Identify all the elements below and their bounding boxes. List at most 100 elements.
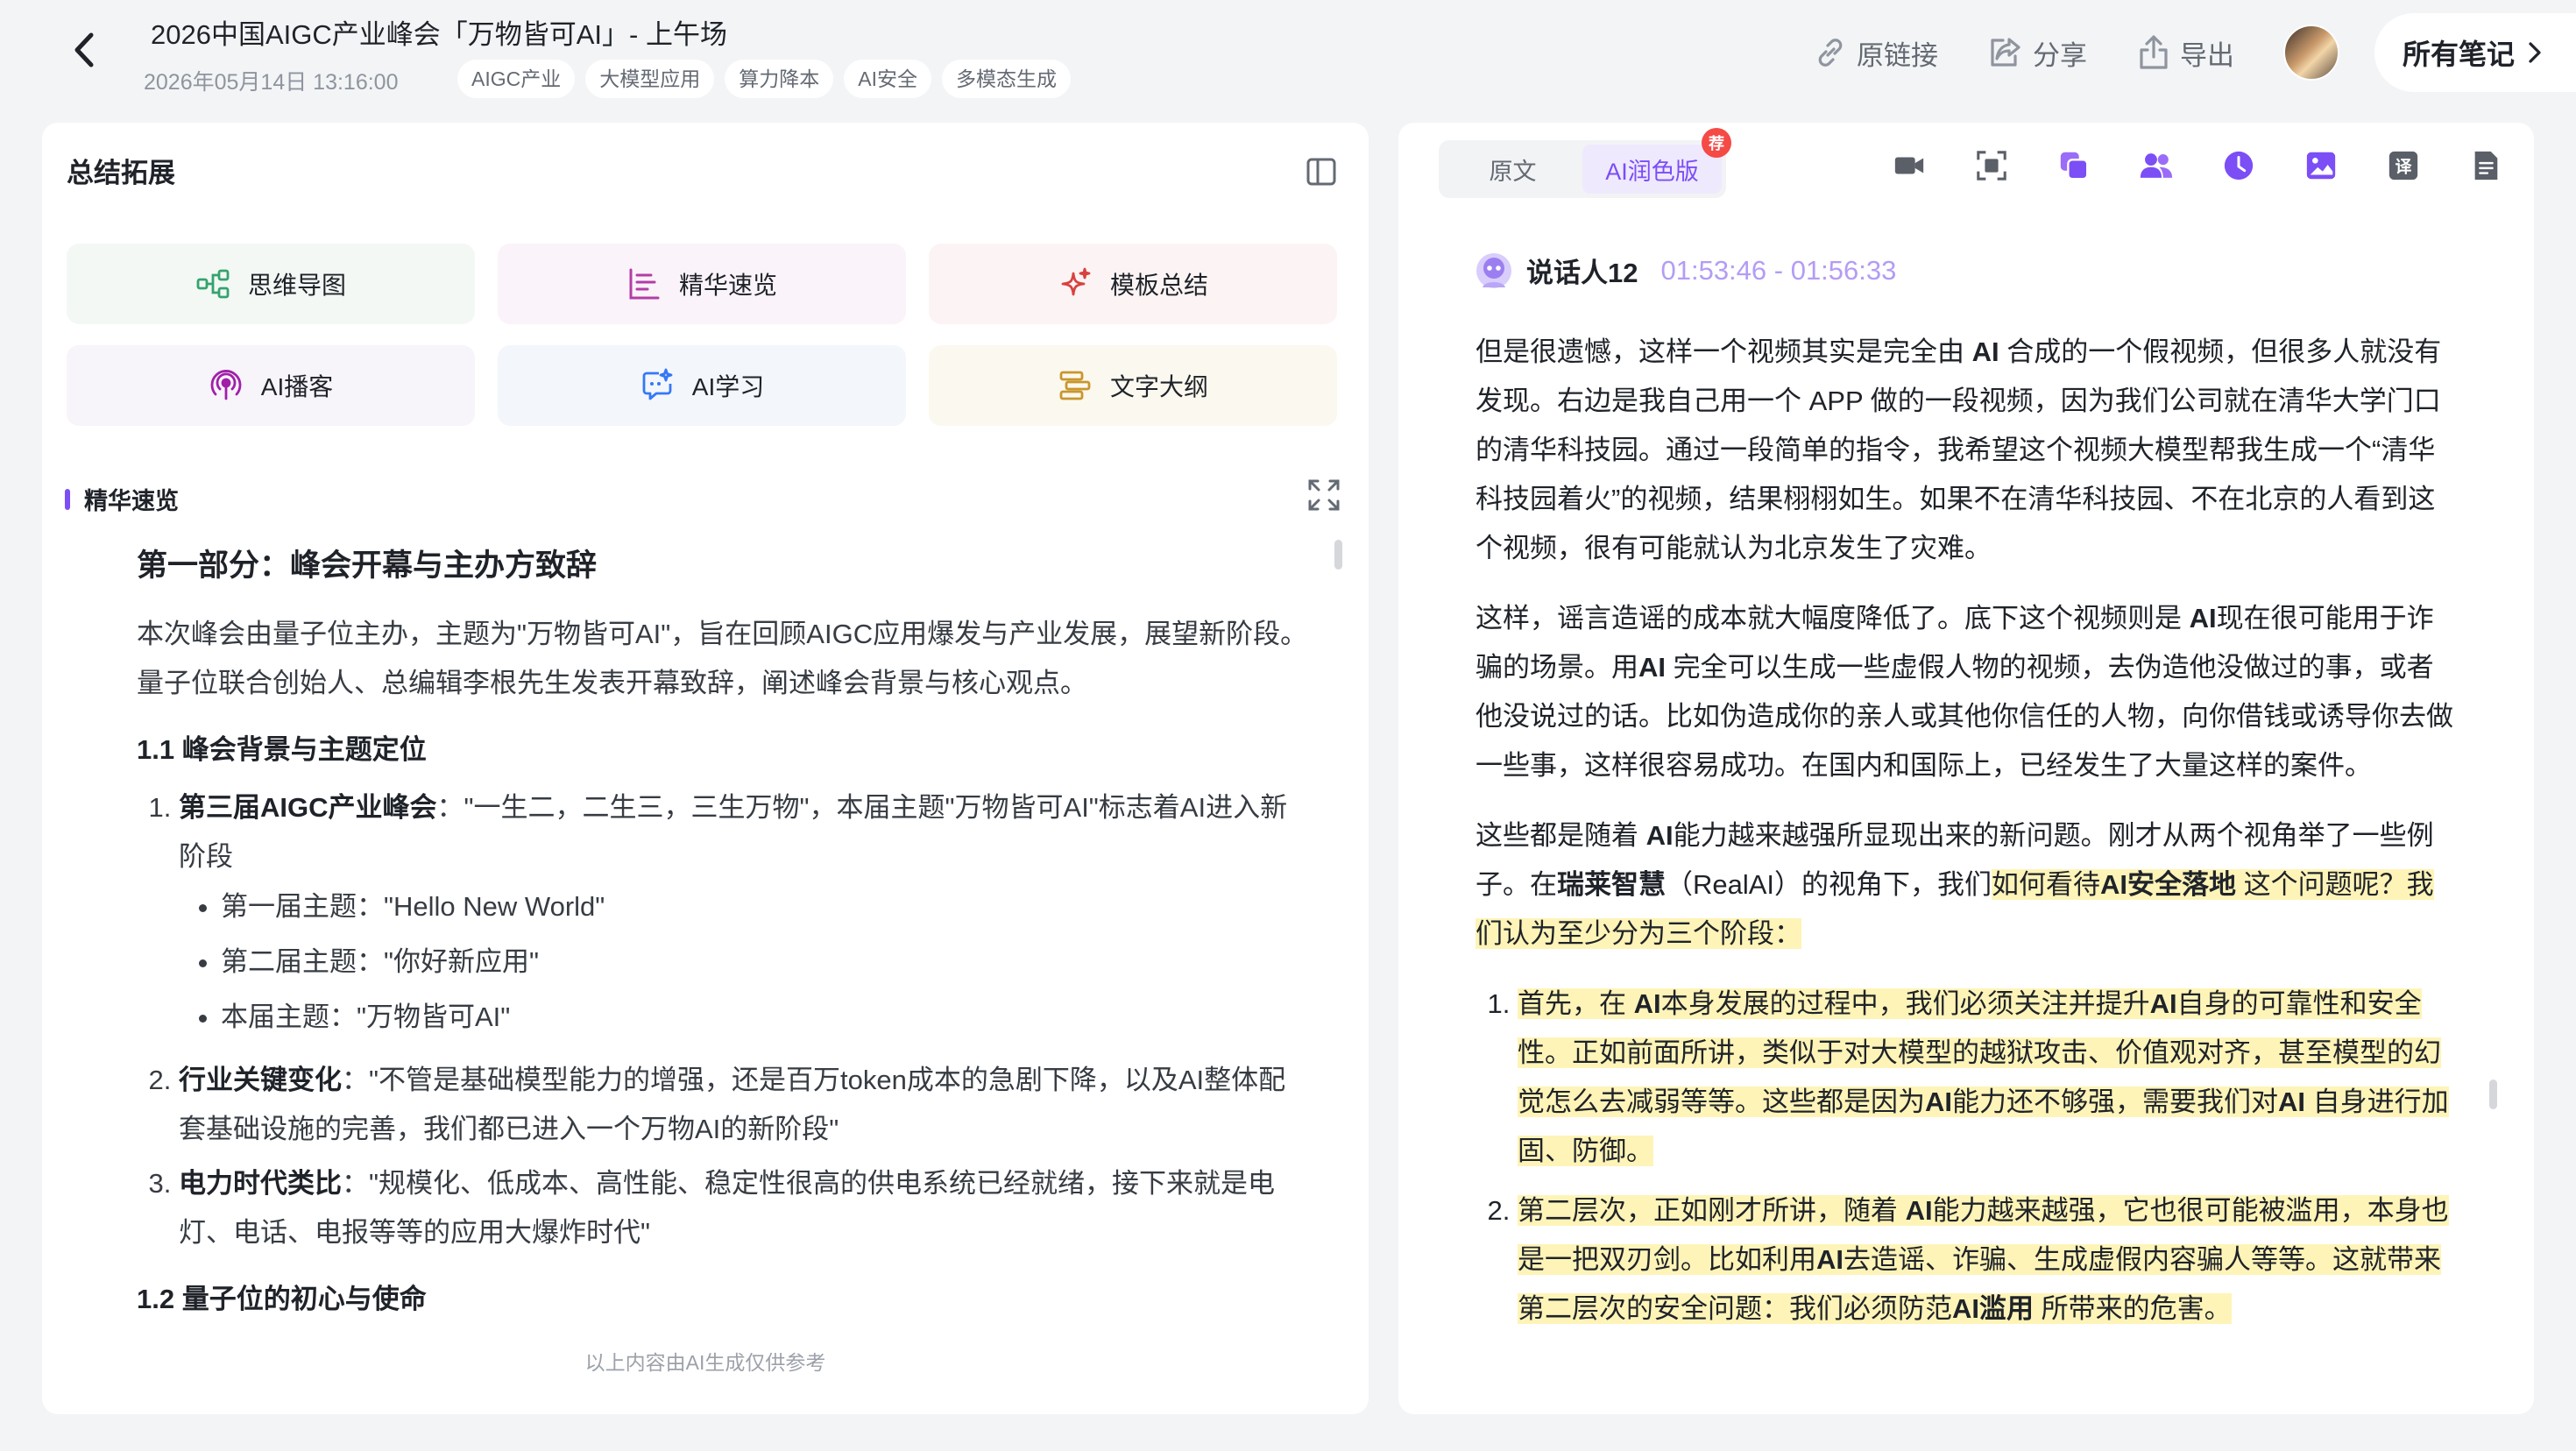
transcript-scrollbar[interactable] (2489, 1079, 2497, 1109)
key-points-list: 第三届AIGC产业峰会："一生二，二生三，三生万物"，本届主题"万物皆可AI"标… (137, 783, 1311, 1257)
svg-text:译: 译 (2395, 158, 2412, 177)
chevron-right-icon (2529, 42, 2541, 63)
mind-map-button[interactable]: 思维导图 (67, 244, 475, 324)
transcript-panel: 原文 AI润色版 荐 译 说话人12 01:53:46 - 01:56:33 但… (1398, 123, 2534, 1414)
list-item[interactable]: 第二层次，正如刚才所讲，随着 AI能力越来越强，它也很可能被滥用，本身也是一把双… (1518, 1186, 2457, 1334)
original-link-button[interactable]: 原链接 (1813, 33, 1938, 73)
speaker-name[interactable]: 说话人12 (1526, 251, 1638, 290)
sidebar-layout-icon (1306, 158, 1336, 186)
tab-original[interactable]: 原文 (1443, 145, 1582, 194)
tool-label: 模板总结 (1109, 272, 1208, 299)
sparkle-icon (1061, 267, 1091, 296)
page-title: 2026中国AIGC产业峰会「万物皆可AI」- 上午场 (151, 19, 727, 50)
subsection-title: 1.2 量子位的初心与使命 (137, 1284, 427, 1314)
tag-item[interactable]: 算力降本 (725, 60, 834, 98)
header-actions: 原链接 分享 导出 所有笔记 (1813, 13, 2576, 92)
template-summary-button[interactable]: 模板总结 (929, 244, 1337, 324)
theme-item: 第二届主题："你好新应用" (221, 945, 1311, 979)
copy-icon (2060, 152, 2089, 180)
speakers-icon (2140, 153, 2173, 178)
record-datetime: 2026年05月14日 13:16:00 (144, 70, 399, 95)
link-icon (1818, 39, 1843, 67)
speaker-timestamp[interactable]: 01:53:46 - 01:56:33 (1660, 255, 1896, 287)
transcript-paragraph[interactable]: 这样，谣言造谣的成本就大幅度降低了。底下这个视频则是 AI现在很可能用于诈骗的场… (1476, 594, 2457, 790)
part-title: 第一部分：峰会开幕与主办方致辞 (137, 549, 598, 583)
user-avatar[interactable] (2282, 25, 2339, 81)
ai-learning-button[interactable]: AI学习 (498, 345, 906, 426)
summary-panel: 总结拓展 思维导图 精华速览 模板总结 AI播客 AI学习 文字大纲 精华速览 … (42, 123, 1369, 1414)
panel-title: 总结拓展 (67, 158, 175, 188)
export-label: 导出 (2179, 39, 2234, 71)
document-button[interactable] (2469, 149, 2502, 182)
export-button[interactable]: 导出 (2136, 33, 2234, 73)
scan-icon (1977, 151, 2006, 180)
expand-button[interactable] (1306, 477, 1342, 513)
translate-button[interactable]: 译 (2387, 149, 2420, 182)
tool-label: AI学习 (691, 373, 765, 400)
recommend-badge: 荐 (1702, 128, 1731, 158)
list-item[interactable]: 首先，在 AI本身发展的过程中，我们必须关注并提升AI自身的可靠性和安全性。正如… (1518, 980, 2457, 1176)
tag-list: AIGC产业 大模型应用 算力降本 AI安全 多模态生成 (457, 60, 1071, 98)
video-button[interactable] (1893, 149, 1926, 182)
subsection-title: 1.1 峰会背景与主题定位 (137, 734, 427, 765)
ai-disclaimer: 以上内容由AI生成仅供参考 (42, 1346, 1369, 1376)
speaker-avatar-icon (1476, 252, 1511, 288)
share-label: 分享 (2032, 39, 2087, 71)
image-icon (2306, 152, 2336, 180)
speakers-button[interactable] (2140, 149, 2173, 182)
summary-scrollbar[interactable] (1334, 540, 1342, 570)
list-item: 行业关键变化："不管是基础模型能力的增强，还是百万token成本的急剧下降，以及… (179, 1056, 1311, 1154)
back-button[interactable] (63, 28, 107, 72)
tag-item[interactable]: AI安全 (844, 60, 931, 98)
panel-toggle-button[interactable] (1304, 154, 1339, 189)
text-outline-button[interactable]: 文字大纲 (929, 345, 1337, 426)
transcript-paragraph[interactable]: 这些都是随着 AI能力越来越强所显现出来的新问题。刚才从两个视角举了一些例子。在… (1476, 811, 2457, 959)
transcript-content: 但是很遗憾，这样一个视频其实是完全由 AI 合成的一个假视频，但很多人就没有发现… (1476, 328, 2457, 1344)
part-intro: 本次峰会由量子位主办，主题为"万物皆可AI"，旨在回顾AIGC应用爆发与产业发展… (137, 619, 1308, 698)
image-button[interactable] (2304, 149, 2338, 182)
stages-list: 首先，在 AI本身发展的过程中，我们必须关注并提升AI自身的可靠性和安全性。正如… (1476, 980, 2457, 1334)
tool-label: 思维导图 (247, 272, 346, 299)
summary-content: 第一部分：峰会开幕与主办方致辞 本次峰会由量子位主办，主题为"万物皆可AI"，旨… (137, 547, 1311, 1333)
transcript-paragraph[interactable]: 但是很遗憾，这样一个视频其实是完全由 AI 合成的一个假视频，但很多人就没有发现… (1476, 328, 2457, 573)
tool-grid: 思维导图 精华速览 模板总结 AI播客 AI学习 文字大纲 (67, 244, 1344, 426)
copy-button[interactable] (2057, 149, 2091, 182)
transcript-toolbar: 译 (1893, 149, 2502, 182)
document-icon (2474, 151, 2498, 180)
share-icon (1991, 38, 2020, 67)
export-icon (2140, 35, 2168, 69)
tab-ai-polished[interactable]: AI润色版 (1582, 145, 1722, 194)
ai-chat-icon (642, 368, 673, 400)
chevron-left-icon (74, 32, 94, 67)
list-item: 第三届AIGC产业峰会："一生二，二生三，三生万物"，本届主题"万物皆可AI"标… (179, 783, 1311, 1034)
video-icon (1894, 157, 1924, 174)
scan-button[interactable] (1975, 149, 2008, 182)
tag-item[interactable]: AIGC产业 (457, 60, 576, 98)
tag-item[interactable]: 多模态生成 (941, 60, 1071, 98)
tool-label: AI播客 (260, 373, 334, 400)
list-icon (629, 268, 660, 300)
highlighted-text: 第二层次，正如刚才所讲，随着 AI能力越来越强，它也很可能被滥用，本身也是一把双… (1518, 1195, 2449, 1324)
tag-item[interactable]: 大模型应用 (585, 60, 715, 98)
share-button[interactable]: 分享 (1987, 33, 2087, 73)
translate-icon: 译 (2388, 151, 2418, 180)
timestamp-button[interactable] (2222, 149, 2255, 182)
ai-podcast-button[interactable]: AI播客 (67, 345, 475, 426)
tool-label: 文字大纲 (1109, 373, 1208, 400)
outline-icon (1059, 371, 1091, 400)
speaker-header: 说话人12 01:53:46 - 01:56:33 (1476, 251, 1896, 290)
highlighted-text: 首先，在 AI本身发展的过程中，我们必须关注并提升AI自身的可靠性和安全性。正如… (1518, 988, 2449, 1166)
all-notes-label: 所有笔记 (2402, 39, 2515, 70)
podcast-icon (210, 370, 242, 400)
section-accent-bar (65, 488, 70, 510)
theme-item: 第一届主题："Hello New World" (221, 890, 1311, 924)
top-header: 2026中国AIGC产业峰会「万物皆可AI」- 上午场 2026年05月14日 … (0, 0, 2576, 114)
section-header: 精华速览 (65, 482, 179, 516)
expand-icon (1308, 479, 1340, 511)
theme-list: 第一届主题："Hello New World" 第二届主题："你好新应用" 本届… (179, 890, 1311, 1034)
mind-map-icon (196, 269, 230, 299)
list-item: 电力时代类比："规模化、低成本、高性能、稳定性很高的供电系统已经就绪，接下来就是… (179, 1159, 1311, 1257)
highlights-button[interactable]: 精华速览 (498, 244, 906, 324)
all-notes-button[interactable]: 所有笔记 (2374, 13, 2576, 92)
section-title: 精华速览 (84, 488, 179, 514)
